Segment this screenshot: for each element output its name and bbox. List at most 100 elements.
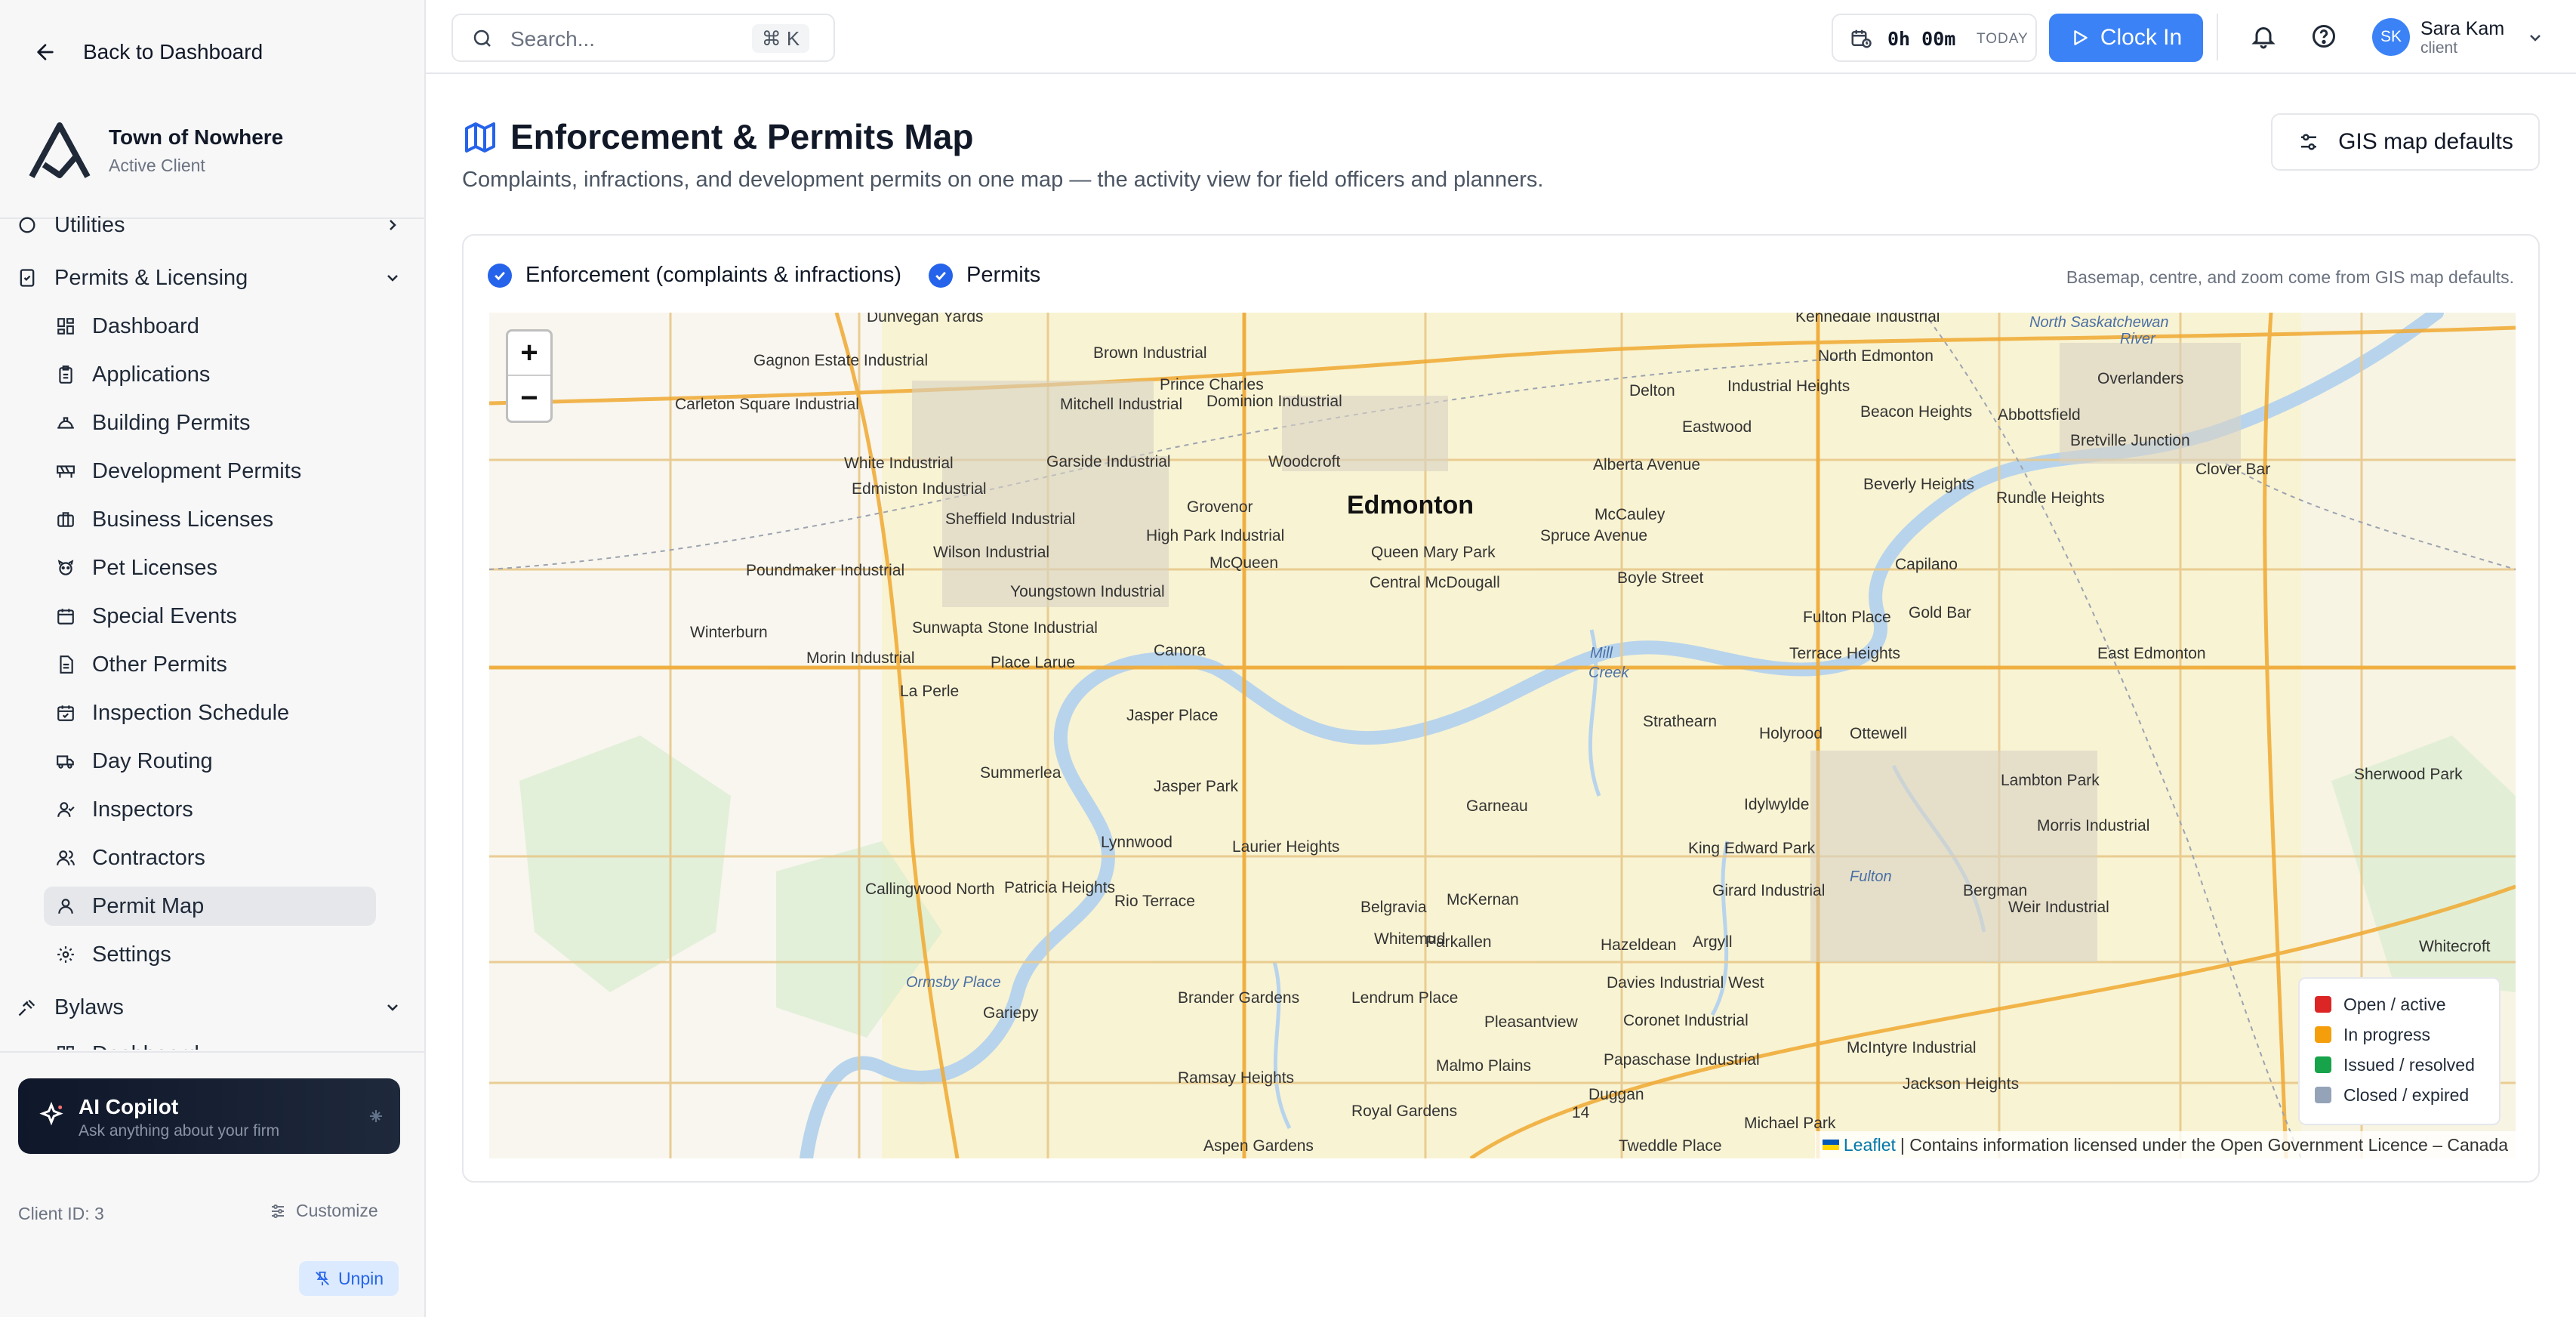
map-place-label: Morris Industrial <box>2037 817 2150 834</box>
legend-label: Open / active <box>2343 994 2446 1014</box>
map-place-label: Morin Industrial <box>806 649 915 667</box>
sidebar-item-pet-licenses[interactable]: Pet Licenses <box>44 548 376 588</box>
sidebar-section-utilities[interactable]: Utilities <box>17 207 402 243</box>
sidebar-item-day-routing[interactable]: Day Routing <box>44 742 376 781</box>
map-place-label: Aspen Gardens <box>1203 1137 1314 1155</box>
map-place-label: Poundmaker Industrial <box>746 562 905 579</box>
clock-in-button[interactable]: Clock In <box>2049 14 2203 62</box>
basemap-hint: Basemap, centre, and zoom come from GIS … <box>2066 267 2514 287</box>
user-name[interactable]: Sara Kam <box>2420 18 2504 40</box>
sidebar: Back to Dashboard Town of Nowhere Active… <box>0 0 426 1317</box>
sidebar-item-contractors[interactable]: Contractors <box>44 838 376 877</box>
map-place-label: Gold Bar <box>1909 604 1971 621</box>
user-check-icon <box>57 802 75 817</box>
map-place-label: Davies Industrial West <box>1607 974 1764 992</box>
sidebar-item-label: Building Permits <box>92 410 251 435</box>
map-place-label: Queen Mary Park <box>1371 544 1496 561</box>
sidebar-item-settings[interactable]: Settings <box>44 935 376 974</box>
chevron-down-icon[interactable] <box>2526 29 2544 47</box>
checkbox-checked[interactable] <box>488 263 512 288</box>
sidebar-section-bylaws[interactable]: Bylaws <box>17 989 402 1026</box>
customize-button[interactable]: Customize <box>269 1201 378 1221</box>
map-place-label: Lendrum Place <box>1351 989 1459 1007</box>
map-place-label: Lambton Park <box>2001 772 2100 789</box>
enforcement-checkbox[interactable]: Enforcement (complaints & infractions) <box>488 263 901 288</box>
map-place-label: Garneau <box>1466 797 1528 815</box>
sidebar-item-bylaws-dashboard[interactable]: Dashboard <box>44 1035 376 1050</box>
checkbox-checked[interactable] <box>929 263 953 288</box>
permits-checkbox[interactable]: Permits <box>929 263 1040 288</box>
sidebar-section-permits[interactable]: Permits & Licensing <box>17 260 402 296</box>
sidebar-item-dashboard[interactable]: Dashboard <box>44 307 376 346</box>
chevron-down-icon <box>387 1004 398 1011</box>
map-place-label: Belgravia <box>1360 899 1427 916</box>
sidebar-item-label: Development Permits <box>92 458 302 483</box>
sidebar-item-label: Business Licenses <box>92 507 274 532</box>
ai-copilot-button[interactable]: AI Copilot Ask anything about your firm <box>18 1078 400 1154</box>
back-label: Back to Dashboard <box>83 40 263 63</box>
search-icon <box>473 29 491 47</box>
map-place-label: Clover Bar <box>2195 461 2271 478</box>
sidebar-item-other-permits[interactable]: Other Permits <box>44 645 376 684</box>
map-place-label: Rundle Heights <box>1996 489 2105 507</box>
sidebar-item-special-events[interactable]: Special Events <box>44 597 376 636</box>
sidebar-item-label: Inspectors <box>92 797 193 822</box>
gis-map-defaults-button[interactable]: GIS map defaults <box>2271 113 2540 171</box>
map-place-label: McKernan <box>1447 891 1519 908</box>
unpin-button[interactable]: Unpin <box>299 1261 399 1296</box>
back-to-dashboard-link[interactable]: Back to Dashboard <box>33 35 263 69</box>
map-place-label: Patricia Heights <box>1004 879 1116 896</box>
map-place-label: Jasper Park <box>1154 778 1239 795</box>
sidebar-item-inspection-schedule[interactable]: Inspection Schedule <box>44 693 376 733</box>
map-place-label: Jackson Heights <box>1903 1075 2020 1093</box>
calendar-icon <box>57 609 74 625</box>
zoom-in-button[interactable]: + <box>508 332 550 376</box>
map-place-label: Pleasantview <box>1484 1013 1578 1031</box>
map-place-label: Alberta Avenue <box>1593 456 1701 473</box>
map-icon <box>465 122 495 153</box>
zoom-out-button[interactable]: − <box>508 376 550 421</box>
sidebar-item-permit-map[interactable]: Permit Map <box>44 887 376 926</box>
bell-icon[interactable] <box>2250 23 2277 50</box>
map-place-label: Hazeldean <box>1601 936 1677 954</box>
legend-label: Issued / resolved <box>2343 1054 2475 1075</box>
map-place-label: Industrial Heights <box>1727 378 1850 395</box>
briefcase-icon <box>57 512 74 527</box>
sidebar-item-business-licenses[interactable]: Business Licenses <box>44 500 376 539</box>
zoom-control: + − <box>506 329 553 423</box>
sidebar-item-development-permits[interactable]: Development Permits <box>44 452 376 491</box>
legend-swatch <box>2315 1087 2331 1103</box>
map-place-label: Ormsby Place <box>906 974 1001 991</box>
map-place-label: Mill <box>1590 645 1613 662</box>
clock-in-label: Clock In <box>2100 25 2183 50</box>
sidebar-item-inspectors[interactable]: Inspectors <box>44 790 376 829</box>
help-icon[interactable] <box>2310 23 2337 50</box>
map-place-label: Garside Industrial <box>1046 453 1171 470</box>
avatar[interactable]: SK <box>2372 18 2410 56</box>
search-placeholder: Search... <box>510 27 596 51</box>
map-place-label: Youngstown Industrial <box>1010 583 1165 600</box>
search-input[interactable]: Search... ⌘ K <box>451 14 835 62</box>
sidebar-item-label: Permit Map <box>92 893 205 918</box>
unpin-label: Unpin <box>337 1268 384 1288</box>
sidebar-item-building-permits[interactable]: Building Permits <box>44 403 376 443</box>
org-brand[interactable]: Town of Nowhere Active Client <box>27 119 283 181</box>
map-attribution: Leaflet | Contains information licensed … <box>1814 1131 2516 1158</box>
chevron-down-icon <box>387 275 398 282</box>
map-place-label: Gagnon Estate Industrial <box>753 352 929 369</box>
map-place-label: McCauley <box>1595 506 1665 523</box>
map-place-label: Lynnwood <box>1101 834 1172 851</box>
map-place-label: Whitecroft <box>2419 938 2491 955</box>
sidebar-divider <box>0 1051 424 1053</box>
org-name: Town of Nowhere <box>109 125 284 149</box>
time-tracker[interactable]: 0h 00m TODAY <box>1832 14 2037 62</box>
leaflet-link[interactable]: Leaflet <box>1844 1135 1896 1155</box>
map-place-label: Edmiston Industrial <box>852 480 987 498</box>
map-place-label: Abbottsfield <box>1998 406 2081 424</box>
permits-label: Permits <box>966 263 1041 287</box>
map-place-label: Edmonton <box>1347 491 1474 520</box>
map-place-label: Place Larue <box>991 654 1076 671</box>
map-view[interactable]: + − Dunvegan Yards Kennedale Industrial No… <box>489 313 2516 1158</box>
sidebar-item-applications[interactable]: Applications <box>44 355 376 394</box>
map-place-label: 14 <box>1572 1104 1590 1121</box>
